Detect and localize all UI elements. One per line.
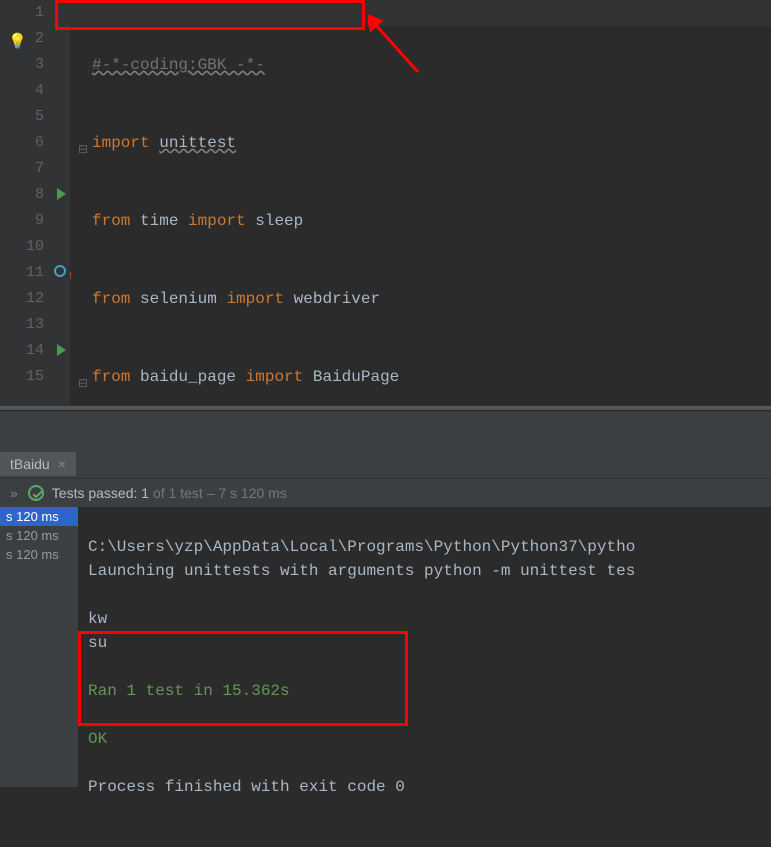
code-editor[interactable]: 1 2 3 4 5 6 7 8 9 10 11↑ 12 13 14 15 💡 #… (0, 0, 771, 405)
annotation-box (78, 631, 408, 726)
line-number: 12 (0, 286, 44, 312)
close-icon[interactable]: × (58, 456, 66, 472)
console-output[interactable]: C:\Users\yzp\AppData\Local\Programs\Pyth… (78, 507, 771, 787)
identifier: sleep (255, 212, 303, 230)
test-results-bar: » Tests passed: 1 of 1 test – 7 s 120 ms (0, 479, 771, 507)
console-line: C:\Users\yzp\AppData\Local\Programs\Pyth… (88, 538, 635, 556)
intention-bulb-icon[interactable]: 💡 (8, 32, 27, 51)
console-line: Launching unittests with arguments pytho… (88, 562, 635, 580)
line-number: 7 (0, 156, 44, 182)
line-number: 1 (0, 0, 44, 26)
arrow-up-icon: ↑ (67, 263, 74, 289)
run-tabs: tBaidu × (0, 449, 771, 479)
tree-item[interactable]: s 120 ms (0, 526, 78, 545)
keyword: import (188, 212, 246, 230)
keyword: import (246, 368, 304, 386)
panel-gap (0, 411, 771, 449)
identifier: BaiduPage (313, 368, 399, 386)
line-number: 6 (0, 130, 44, 156)
run-gutter-icon[interactable] (57, 344, 66, 356)
keyword: from (92, 212, 130, 230)
code-area[interactable]: #-*-coding:GBK -*- ⊟import unittest from… (92, 0, 771, 405)
tab-label: tBaidu (10, 456, 50, 472)
console-line: kw (88, 610, 107, 628)
line-number: 9 (0, 208, 44, 234)
console-line-success: Ran 1 test in 15.362s (88, 682, 290, 700)
tests-time: – 7 s 120 ms (207, 485, 287, 501)
line-number: 14 (0, 338, 44, 364)
tests-total: of 1 test (153, 485, 203, 501)
gutter: 1 2 3 4 5 6 7 8 9 10 11↑ 12 13 14 15 (0, 0, 70, 405)
identifier: baidu_page (140, 368, 236, 386)
keyword: import (226, 290, 284, 308)
chevron-right-icon[interactable]: » (10, 485, 18, 501)
line-number: 3 (0, 52, 44, 78)
console-line-success: OK (88, 730, 107, 748)
line-number: 10 (0, 234, 44, 260)
line-number: 8 (0, 182, 44, 208)
keyword: from (92, 290, 130, 308)
tree-item-selected[interactable]: s 120 ms (0, 507, 78, 526)
tests-passed-count: 1 (141, 485, 149, 501)
line-number: 5 (0, 104, 44, 130)
test-tree[interactable]: s 120 ms s 120 ms s 120 ms (0, 507, 78, 787)
line-number: 4 (0, 78, 44, 104)
run-gutter-icon[interactable] (57, 188, 66, 200)
tree-item[interactable]: s 120 ms (0, 545, 78, 564)
console-line: su (88, 634, 107, 652)
tests-passed-label: Tests passed: (52, 485, 138, 501)
identifier: unittest (159, 134, 236, 152)
line-number: 11↑ (0, 260, 44, 286)
line-number: 15 (0, 364, 44, 390)
code-text: #-*-coding:GBK -*- (92, 56, 265, 74)
fold-icon[interactable]: ⊟ (78, 137, 88, 147)
console-line: Process finished with exit code 0 (88, 778, 405, 796)
identifier: selenium (140, 290, 217, 308)
line-number: 13 (0, 312, 44, 338)
override-icon[interactable] (54, 265, 66, 277)
fold-icon[interactable]: ⊟ (78, 371, 88, 381)
success-icon (28, 485, 44, 501)
identifier: time (140, 212, 178, 230)
identifier: webdriver (294, 290, 380, 308)
tab-testbaidu[interactable]: tBaidu × (0, 452, 76, 476)
keyword: import (92, 134, 150, 152)
console-panel: s 120 ms s 120 ms s 120 ms C:\Users\yzp\… (0, 507, 771, 787)
keyword: from (92, 368, 130, 386)
